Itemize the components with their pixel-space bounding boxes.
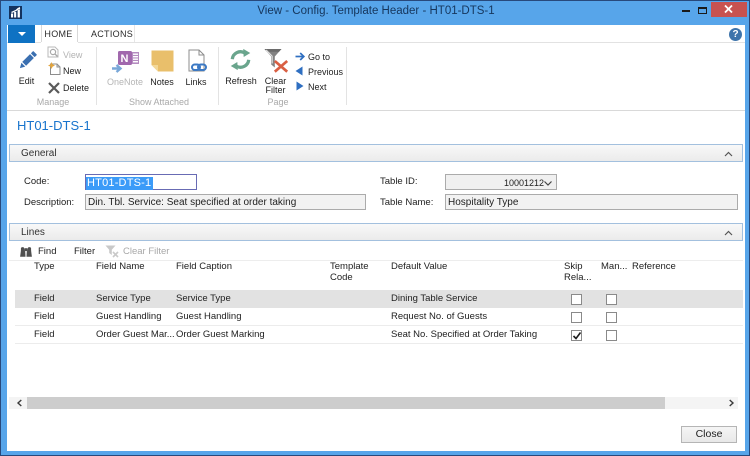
svg-text:N: N bbox=[121, 53, 129, 65]
